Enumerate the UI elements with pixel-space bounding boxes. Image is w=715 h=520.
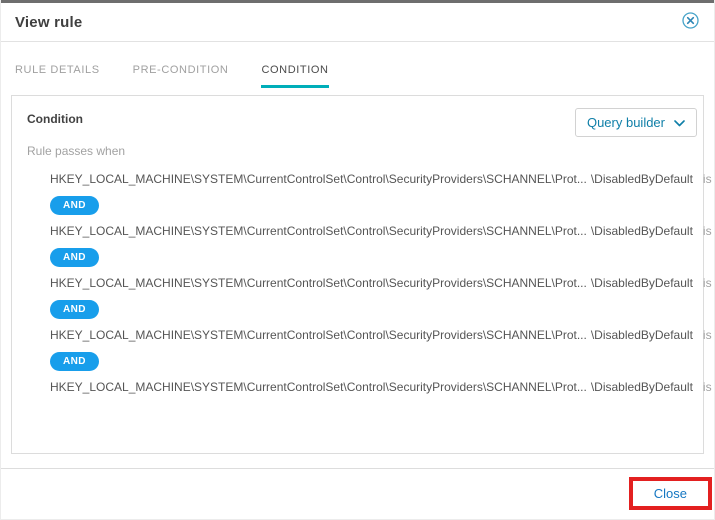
condition-heading: Condition [27,112,83,126]
chevron-down-icon [674,115,685,130]
condition-row: HKEY_LOCAL_MACHINE\SYSTEM\CurrentControl… [50,276,715,290]
tab-pre-condition[interactable]: PRE-CONDITION [133,64,229,88]
and-operator-badge: AND [50,196,99,215]
condition-field: \DisabledByDefault [590,328,693,342]
close-button[interactable]: Close [632,481,708,506]
tab-condition[interactable]: CONDITION [261,64,329,88]
dialog-footer: Close [1,469,714,510]
close-dialog-button[interactable] [680,10,701,34]
condition-path: HKEY_LOCAL_MACHINE\SYSTEM\CurrentControl… [50,172,587,186]
tab-bar: RULE DETAILS PRE-CONDITION CONDITION [1,42,714,88]
condition-field: \DisabledByDefault [590,380,693,394]
condition-path: HKEY_LOCAL_MACHINE\SYSTEM\CurrentControl… [50,380,587,394]
red-annotation-highlight: Close [628,477,712,510]
and-operator-badge: AND [50,248,99,267]
rule-passes-when-label: Rule passes when [27,144,126,158]
condition-path: HKEY_LOCAL_MACHINE\SYSTEM\CurrentControl… [50,276,587,290]
condition-operator: is equal to [702,380,715,394]
query-builder-dropdown[interactable]: Query builder [574,108,697,137]
circle-x-icon [682,12,699,32]
condition-operator: is equal to [702,276,715,290]
and-operator-badge: AND [50,352,99,371]
condition-row: HKEY_LOCAL_MACHINE\SYSTEM\CurrentControl… [50,380,715,394]
condition-path: HKEY_LOCAL_MACHINE\SYSTEM\CurrentControl… [50,328,587,342]
condition-field: \DisabledByDefault [590,276,693,290]
condition-field: \DisabledByDefault [590,224,693,238]
and-operator-badge: AND [50,300,99,319]
condition-field: \DisabledByDefault [590,172,693,186]
condition-row: HKEY_LOCAL_MACHINE\SYSTEM\CurrentControl… [50,328,715,342]
condition-list: HKEY_LOCAL_MACHINE\SYSTEM\CurrentControl… [12,172,715,394]
condition-panel-header: Condition Query builder [12,96,703,137]
condition-panel: Condition Query builder Rule passes when… [11,95,715,454]
tab-rule-details[interactable]: RULE DETAILS [15,64,100,88]
condition-row: HKEY_LOCAL_MACHINE\SYSTEM\CurrentControl… [50,172,715,186]
condition-operator: is equal to [702,172,715,186]
query-builder-label: Query builder [586,115,665,130]
page-title: View rule [15,13,83,31]
dialog-header: View rule [1,3,714,42]
condition-operator: is equal to [702,328,715,342]
condition-path: HKEY_LOCAL_MACHINE\SYSTEM\CurrentControl… [50,224,587,238]
condition-operator: is equal to [702,224,715,238]
condition-row: HKEY_LOCAL_MACHINE\SYSTEM\CurrentControl… [50,224,715,238]
